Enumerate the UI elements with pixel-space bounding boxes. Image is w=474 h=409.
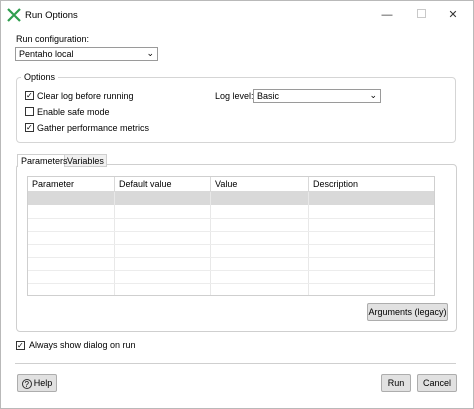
close-icon: ✕ [448,9,458,21]
help-label: Help [33,378,53,388]
minimize-button[interactable]: — [369,5,405,25]
help-icon: ? [21,378,32,389]
run-button[interactable]: Run [381,374,411,392]
row-divider [28,257,434,258]
row-divider [28,283,434,284]
always-show-checkbox[interactable] [16,341,25,350]
row-divider [28,244,434,245]
close-button[interactable]: ✕ [435,5,471,25]
run-configuration-value: Pentaho local [19,49,74,59]
tab-parameters[interactable]: Parameters [17,154,68,167]
table-scrollbar[interactable] [434,177,435,295]
performance-metrics-checkbox[interactable] [25,123,34,132]
performance-metrics-label: Gather performance metrics [37,123,150,133]
table-row[interactable] [28,192,434,205]
row-divider [28,231,434,232]
row-divider [28,218,434,219]
tab-variables[interactable]: Variables [63,154,107,167]
safe-mode-label: Enable safe mode [37,107,110,117]
run-configuration-select[interactable]: Pentaho local ⌄ [15,47,158,61]
row-divider [28,270,434,271]
arguments-legacy-button[interactable]: Arguments (legacy) [367,303,448,321]
options-legend: Options [21,72,59,82]
log-level-label: Log level: [215,91,254,101]
maximize-button[interactable] [403,5,439,25]
divider [15,363,456,364]
cancel-button[interactable]: Cancel [417,374,457,392]
log-level-select[interactable]: Basic ⌄ [253,89,381,103]
column-header-value[interactable]: Value [211,177,309,192]
log-level-value: Basic [257,91,280,101]
help-button[interactable]: ? Help [17,374,57,392]
pentaho-kettle-icon [7,8,21,22]
chevron-down-icon: ⌄ [146,48,154,58]
run-configuration-label: Run configuration: [16,34,90,44]
title-bar: Run Options — ✕ [1,1,473,29]
clear-log-checkbox[interactable] [25,91,34,100]
maximize-icon [416,9,426,18]
column-header-description[interactable]: Description [309,177,434,192]
safe-mode-checkbox[interactable] [25,107,34,116]
chevron-down-icon: ⌄ [369,90,377,100]
column-header-default-value[interactable]: Default value [115,177,211,192]
clear-log-label: Clear log before running [37,91,134,101]
window-title: Run Options [25,10,78,21]
column-header-parameter[interactable]: Parameter [28,177,115,192]
always-show-label: Always show dialog on run [29,340,136,350]
